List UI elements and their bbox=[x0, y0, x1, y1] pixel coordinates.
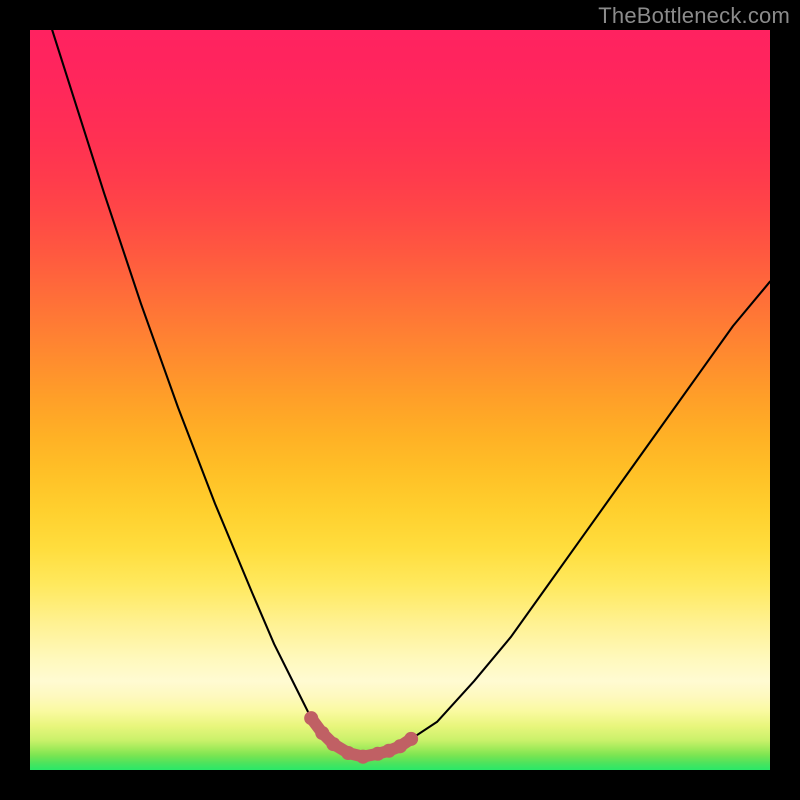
chart-area bbox=[30, 30, 770, 770]
highlight-dots bbox=[304, 711, 418, 764]
highlight-dot bbox=[315, 726, 329, 740]
highlight-dot bbox=[326, 737, 340, 751]
highlight-dot bbox=[341, 746, 355, 760]
highlight-dot bbox=[404, 732, 418, 746]
curve-layer bbox=[30, 30, 770, 770]
highlight-dot bbox=[304, 711, 318, 725]
watermark-text: TheBottleneck.com bbox=[598, 3, 790, 29]
highlight-dot bbox=[356, 750, 370, 764]
main-curve bbox=[52, 30, 770, 757]
